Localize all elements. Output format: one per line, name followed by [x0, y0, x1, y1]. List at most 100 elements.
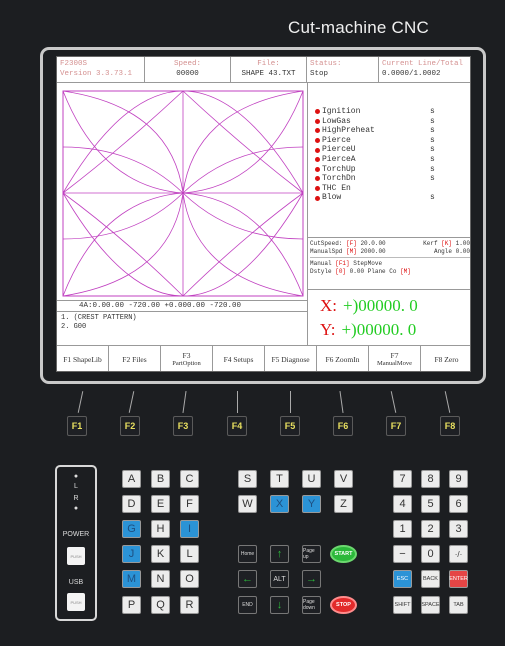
key-7[interactable]: 7	[393, 470, 412, 488]
shift-key[interactable]: SHIFT	[393, 596, 412, 614]
key-r[interactable]: R	[180, 596, 199, 614]
key-n[interactable]: N	[151, 570, 170, 588]
end-key[interactable]: END	[238, 596, 257, 614]
indicator-l: L	[74, 483, 78, 490]
softkey-f5[interactable]: F5 Diagnose	[265, 346, 317, 371]
power-button[interactable]: PUSH	[67, 547, 85, 565]
key-z[interactable]: Z	[334, 495, 353, 513]
indicator-dot-icon: ●	[73, 473, 79, 480]
f7-button[interactable]: F7	[386, 416, 406, 436]
back-key[interactable]: BACK	[421, 570, 440, 588]
key-1[interactable]: 1	[393, 520, 412, 538]
key-a[interactable]: A	[122, 470, 141, 488]
key-6[interactable]: 6	[449, 495, 468, 513]
key-p[interactable]: P	[122, 596, 141, 614]
softkey-f2[interactable]: F2 Files	[109, 346, 161, 371]
arrow-up-key[interactable]: ↑	[270, 545, 289, 563]
alt-key[interactable]: ALT	[270, 570, 289, 588]
key-0[interactable]: 0	[421, 545, 440, 563]
space-key[interactable]: SPACE	[421, 596, 440, 614]
param-tag: [M]	[400, 267, 411, 275]
softkey-f6[interactable]: F6 ZoomIn	[317, 346, 369, 371]
key-8[interactable]: 8	[421, 470, 440, 488]
key-minus[interactable]: −	[393, 545, 412, 563]
param-label: ManualSpd	[310, 247, 343, 255]
f6-button[interactable]: F6	[333, 416, 353, 436]
key-4[interactable]: 4	[393, 495, 412, 513]
usb-port[interactable]: PUSH	[67, 593, 85, 611]
io-name: THC En	[322, 183, 351, 193]
status-label: Speed:	[173, 60, 201, 68]
softkey-label: F6 ZoomIn	[325, 354, 360, 364]
io-name: Blow	[322, 193, 342, 203]
key-y[interactable]: Y	[302, 495, 321, 513]
f3-button[interactable]: F3	[173, 416, 193, 436]
param-row: CutSpeed: [F] 20.0.00 Kerf [K] 1.00	[310, 240, 470, 248]
softkey-f8[interactable]: F8 Zero	[421, 346, 470, 371]
softkey-f4[interactable]: F4 Setups	[213, 346, 265, 371]
y-position-value: +)00000. 0	[341, 320, 417, 339]
f1-button[interactable]: F1	[67, 416, 87, 436]
key-k[interactable]: K	[151, 545, 170, 563]
softkey-f7[interactable]: F7 ManualMove	[369, 346, 421, 371]
page-down-key[interactable]: Page down	[302, 596, 321, 614]
param-label: Plane Co	[367, 267, 397, 275]
status-line: Current Line/Total 0.0000/1.0002	[379, 57, 470, 82]
key-e[interactable]: E	[151, 495, 170, 513]
status-version: F2300S Version 3.3.73.1	[57, 57, 145, 82]
cnc-control-panel: Cut-machine CNC F2300S Version 3.3.73.1 …	[0, 0, 505, 646]
key-3[interactable]: 3	[449, 520, 468, 538]
io-name: Ignition	[322, 107, 361, 116]
softkey-leader	[237, 391, 238, 413]
key-divide[interactable]: ·/·	[449, 545, 468, 563]
key-h[interactable]: H	[151, 520, 170, 538]
key-i[interactable]: I	[180, 520, 199, 538]
key-2[interactable]: 2	[421, 520, 440, 538]
arrow-down-key[interactable]: ↓	[270, 596, 289, 614]
parameter-panel: CutSpeed: [F] 20.0.00 Kerf [K] 1.00 Manu…	[308, 237, 470, 287]
f2-button[interactable]: F2	[120, 416, 140, 436]
f4-button[interactable]: F4	[227, 416, 247, 436]
param-value: 2000.00	[360, 247, 386, 255]
softkey-f1[interactable]: F1 ShapeLib	[57, 346, 109, 371]
status-value: 00000	[176, 70, 199, 78]
key-l[interactable]: L	[180, 545, 199, 563]
stop-button[interactable]: STOP	[330, 596, 357, 614]
status-led-icon	[315, 118, 320, 124]
start-button[interactable]: START	[330, 545, 357, 563]
arrow-right-key[interactable]: →	[302, 570, 321, 588]
key-m[interactable]: M	[122, 570, 141, 588]
key-d[interactable]: D	[122, 495, 141, 513]
softkey-f3[interactable]: F3 PartOption	[161, 346, 213, 371]
io-name: LowGas	[322, 116, 351, 126]
tab-key[interactable]: TAB	[449, 596, 468, 614]
key-5[interactable]: 5	[421, 495, 440, 513]
key-f[interactable]: F	[180, 495, 199, 513]
status-label: Current Line/Total	[382, 60, 464, 68]
program-listing: 1. (CREST PATTERN) 2. G00	[61, 314, 137, 332]
key-q[interactable]: Q	[151, 596, 170, 614]
page-up-key[interactable]: Page up	[302, 545, 321, 563]
key-g[interactable]: G	[122, 520, 141, 538]
softkey-leader	[128, 391, 135, 413]
enter-key[interactable]: ENTER	[449, 570, 468, 588]
status-value: 0.0000/1.0002	[382, 70, 441, 78]
key-b[interactable]: B	[151, 470, 170, 488]
key-o[interactable]: O	[180, 570, 199, 588]
key-9[interactable]: 9	[449, 470, 468, 488]
key-w[interactable]: W	[238, 495, 257, 513]
f8-button[interactable]: F8	[440, 416, 460, 436]
key-s[interactable]: S	[238, 470, 257, 488]
key-x[interactable]: X	[270, 495, 289, 513]
softkey-leader	[339, 391, 344, 413]
key-c[interactable]: C	[180, 470, 199, 488]
key-v[interactable]: V	[334, 470, 353, 488]
key-t[interactable]: T	[270, 470, 289, 488]
arrow-left-key[interactable]: ←	[238, 570, 257, 588]
key-u[interactable]: U	[302, 470, 321, 488]
brand-title: Cut-machine CNC	[288, 18, 429, 37]
esc-key[interactable]: ESC	[393, 570, 412, 588]
f5-button[interactable]: F5	[280, 416, 300, 436]
home-key[interactable]: Home	[238, 545, 257, 563]
key-j[interactable]: J	[122, 545, 141, 563]
